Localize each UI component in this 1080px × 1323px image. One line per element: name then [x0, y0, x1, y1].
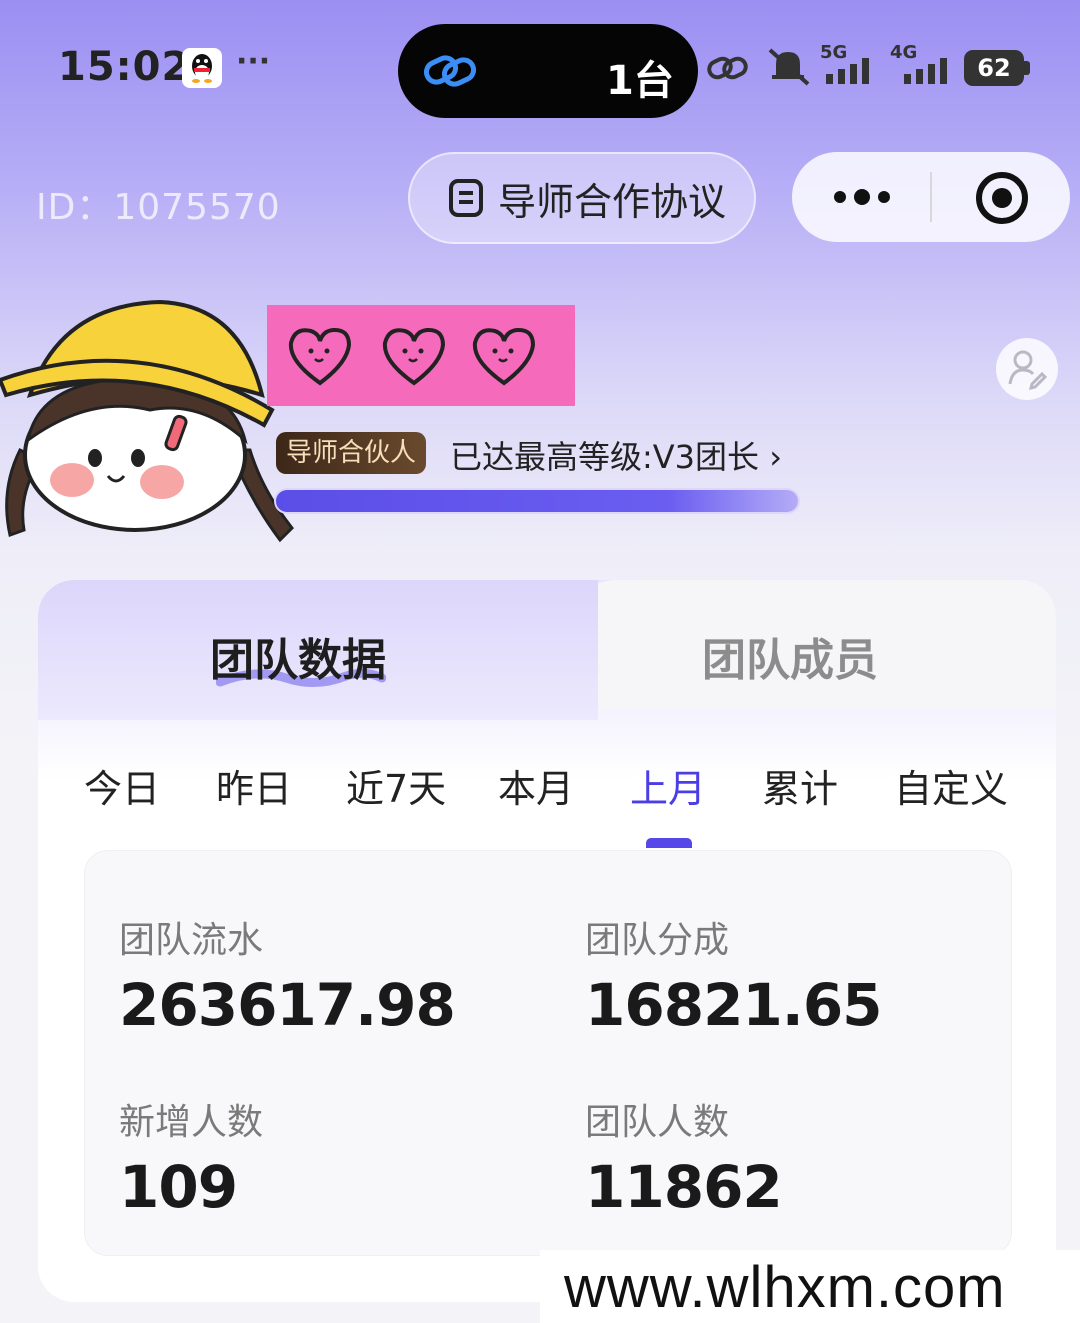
capsule-divider: [930, 172, 932, 222]
stats-panel: 团队流水 263617.98 团队分成 16821.65 新增人数 109 团队…: [84, 850, 1012, 1256]
heart-icon: [382, 327, 446, 386]
signal-5g-icon: [826, 58, 869, 84]
notification-more-icon: ···: [236, 44, 271, 79]
close-miniprogram-button[interactable]: [976, 172, 1028, 224]
team-size-value: 11862: [585, 1153, 783, 1221]
watermark: www.wlhxm.com: [540, 1250, 1080, 1323]
tab-team-data[interactable]: 团队数据: [210, 624, 386, 688]
team-card: 团队数据 团队成员 今日 昨日 近7天 本月 上月 累计 自定义 团队流水 26…: [38, 580, 1056, 1302]
team-flow-value: 263617.98: [119, 971, 456, 1039]
document-icon: [449, 179, 483, 217]
new-members-value: 109: [119, 1153, 238, 1221]
period-this-month[interactable]: 本月: [498, 758, 574, 813]
heart-icon: [288, 327, 352, 386]
team-share-label: 团队分成: [585, 920, 730, 961]
miniprogram-capsule: [792, 152, 1070, 242]
period-yesterday[interactable]: 昨日: [216, 758, 292, 813]
team-flow-label: 团队流水: [119, 920, 264, 961]
period-active-indicator: [646, 838, 692, 848]
mute-bell-icon: [768, 48, 810, 86]
qq-icon: [182, 48, 222, 88]
avatar[interactable]: [0, 300, 300, 550]
battery-icon: 62: [964, 50, 1030, 86]
period-cumulative[interactable]: 累计: [762, 758, 838, 813]
new-members-label: 新增人数: [119, 1102, 264, 1143]
level-status-link[interactable]: 已达最高等级:V3团长 ›: [450, 432, 782, 478]
more-menu-button[interactable]: [792, 152, 930, 242]
mentor-agreement-label: 导师合作协议: [498, 179, 727, 224]
connected-device-count: 1台: [606, 58, 674, 104]
period-last-month[interactable]: 上月: [630, 758, 706, 813]
team-share-value: 16821.65: [585, 971, 883, 1039]
battery-level: 62: [964, 50, 1024, 86]
edit-profile-icon[interactable]: [996, 338, 1058, 400]
period-today[interactable]: 今日: [84, 758, 160, 813]
role-badge: 导师合伙人: [276, 432, 427, 474]
nickname-hearts: [267, 305, 575, 406]
user-id: ID：1075570: [36, 187, 281, 228]
link-status-icon: [707, 56, 748, 80]
status-time: 15:02: [58, 44, 191, 90]
watermark-text: www.wlhxm.com: [564, 1255, 1006, 1320]
link-icon: [423, 55, 477, 87]
level-progress-bar: [276, 490, 798, 512]
period-custom[interactable]: 自定义: [894, 758, 1008, 813]
team-size-label: 团队人数: [585, 1102, 730, 1143]
dynamic-island[interactable]: 1台: [398, 24, 698, 118]
mentor-agreement-button[interactable]: 导师合作协议: [408, 152, 756, 244]
heart-icon: [472, 327, 536, 386]
tab-team-members[interactable]: 团队成员: [702, 624, 878, 688]
signal-4g-icon: [904, 58, 947, 84]
period-last-7-days[interactable]: 近7天: [346, 758, 446, 813]
